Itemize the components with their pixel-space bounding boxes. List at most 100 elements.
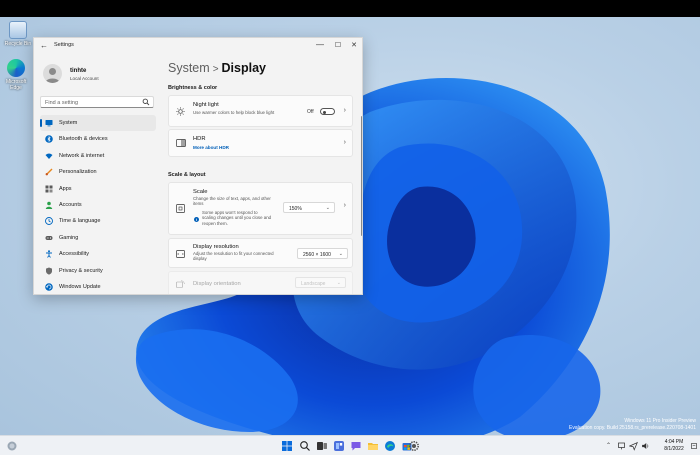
notification-icon[interactable] (690, 440, 698, 452)
search-icon (142, 98, 150, 106)
nav-item-accounts[interactable]: Accounts (40, 197, 156, 213)
desktop-icon-edge[interactable]: Microsoft Edge (0, 59, 32, 91)
section-heading-scale: Scale & layout (168, 172, 206, 178)
sun-icon (176, 107, 185, 116)
nav-item-privacy-security[interactable]: Privacy & security (40, 263, 156, 279)
resolution-subtitle: Adjust the resolution to fit your connec… (193, 251, 274, 262)
send-icon[interactable] (629, 440, 638, 452)
breadcrumb-separator: > (212, 64, 219, 75)
resolution-value: 2560 × 1600 (303, 251, 331, 258)
resolution-dropdown[interactable]: 2560 × 1600 ⌄ (297, 248, 348, 259)
clock[interactable]: 4:04 PM 8/1/2022 (659, 439, 689, 453)
display-icon (45, 120, 53, 127)
avatar (43, 64, 62, 83)
network-icon[interactable] (617, 440, 626, 452)
hdr-icon (176, 139, 186, 147)
recycle-bin-icon (9, 21, 27, 39)
nav-item-label: Network & internet (59, 152, 105, 159)
nav-item-label: Windows Update (59, 283, 101, 290)
night-light-subtitle: Use warmer colors to help block blue lig… (193, 110, 275, 115)
orientation-title: Display orientation (193, 281, 241, 287)
scrollbar[interactable] (361, 116, 362, 236)
accessibility-icon (46, 250, 52, 258)
title-bar[interactable]: ← Settings — ☐ ✕ (34, 38, 362, 54)
clock-time: 4:04 PM (664, 439, 684, 445)
maximize-button[interactable]: ☐ (332, 41, 344, 49)
section-heading-brightness: Brightness & color (168, 85, 218, 91)
user-name: tinhte (70, 68, 87, 74)
scale-card[interactable]: Scale Change the size of text, apps, and… (168, 182, 353, 235)
edge-icon[interactable] (384, 440, 396, 452)
hdr-more-link[interactable]: More about HDR (193, 145, 229, 150)
watermark-line-2: Evaluation copy. Build 25158.rs_prerelea… (569, 425, 696, 431)
night-light-title: Night light (193, 102, 219, 108)
widgets-icon[interactable] (333, 440, 345, 452)
shield-icon (46, 267, 52, 275)
brush-icon (45, 168, 53, 176)
info-icon: i (194, 217, 199, 222)
settings-gear-icon[interactable] (408, 440, 420, 452)
nav-item-label: Time & language (59, 218, 101, 225)
night-light-toggle[interactable] (320, 108, 335, 115)
nav-item-apps[interactable]: Apps (40, 181, 156, 197)
resolution-icon (176, 250, 185, 258)
search-input[interactable]: Find a setting (45, 100, 78, 106)
nav-item-label: Gaming (59, 234, 79, 241)
apps-icon (45, 185, 53, 193)
orientation-card[interactable]: Display orientation Landscape ⌄ (168, 271, 353, 294)
search-box[interactable]: Find a setting (40, 96, 154, 108)
nav-list: System Bluetooth & devices Network & int… (40, 115, 156, 294)
back-arrow-icon[interactable]: ← (40, 41, 48, 50)
orientation-icon (176, 280, 185, 288)
resolution-card[interactable]: Display resolution Adjust the resolution… (168, 238, 353, 268)
insider-watermark: Windows 11 Pro Insider Preview Evaluatio… (569, 418, 696, 432)
breadcrumb-parent[interactable]: System (168, 61, 210, 75)
chevron-down-icon: ⌄ (338, 250, 343, 257)
nav-item-gaming[interactable]: Gaming (40, 230, 156, 246)
scale-subtitle: Change the size of text, apps, and other… (193, 196, 271, 207)
chat-icon[interactable] (350, 440, 362, 452)
hdr-title: HDR (193, 136, 206, 142)
page-title: Display (221, 61, 266, 75)
task-view-icon[interactable] (316, 440, 328, 452)
user-account-type: Local Account (70, 76, 99, 81)
nav-item-personalization[interactable]: Personalization (40, 164, 156, 180)
breadcrumb: System > Display (168, 61, 266, 75)
scale-dropdown[interactable]: 150% ⌄ (283, 202, 335, 213)
file-explorer-icon[interactable] (367, 440, 379, 452)
nav-item-accessibility[interactable]: Accessibility (40, 246, 156, 262)
nav-item-bluetooth[interactable]: Bluetooth & devices (40, 131, 156, 147)
weather-icon[interactable] (6, 440, 18, 452)
volume-icon[interactable] (641, 440, 650, 452)
scale-value: 150% (289, 205, 302, 212)
start-icon[interactable] (281, 440, 293, 452)
chevron-up-icon[interactable]: ⌃ (606, 442, 611, 449)
nav-item-network[interactable]: Network & internet (40, 148, 156, 164)
desktop-icon-label: Recycle Bin (4, 41, 32, 47)
night-light-card[interactable]: Night light Use warmer colors to help bl… (168, 95, 353, 127)
hdr-card[interactable]: HDR More about HDR › (168, 129, 353, 157)
nav-item-system[interactable]: System (40, 115, 156, 132)
orientation-dropdown[interactable]: Landscape ⌄ (295, 277, 346, 288)
chevron-right-icon: › (343, 107, 346, 114)
nav-item-label: System (59, 120, 78, 126)
nav-item-time-language[interactable]: Time & language (40, 213, 156, 229)
nav-item-label: Bluetooth & devices (59, 136, 108, 143)
chevron-right-icon: › (343, 139, 346, 146)
toggle-knob (323, 110, 326, 114)
nav-item-windows-update[interactable]: Windows Update (40, 279, 156, 294)
desktop-icon-recycle-bin[interactable]: Recycle Bin (2, 21, 34, 47)
edge-icon (7, 59, 25, 77)
chevron-down-icon: ⌄ (336, 279, 341, 286)
chevron-right-icon: › (343, 202, 346, 209)
search-icon[interactable] (299, 440, 311, 452)
minimize-button[interactable]: — (314, 40, 326, 49)
taskbar: ⌃ 4:04 PM 8/1/2022 (0, 435, 700, 455)
close-button[interactable]: ✕ (348, 41, 360, 49)
settings-window: ← Settings — ☐ ✕ tinhte Local Account Fi… (33, 37, 363, 295)
nav-item-label: Apps (59, 185, 72, 192)
nav-item-label: Privacy & security (59, 267, 103, 274)
desktop-icon-label: Microsoft Edge (6, 79, 27, 91)
orientation-value: Landscape (301, 280, 326, 287)
nav-item-label: Accessibility (59, 251, 89, 258)
